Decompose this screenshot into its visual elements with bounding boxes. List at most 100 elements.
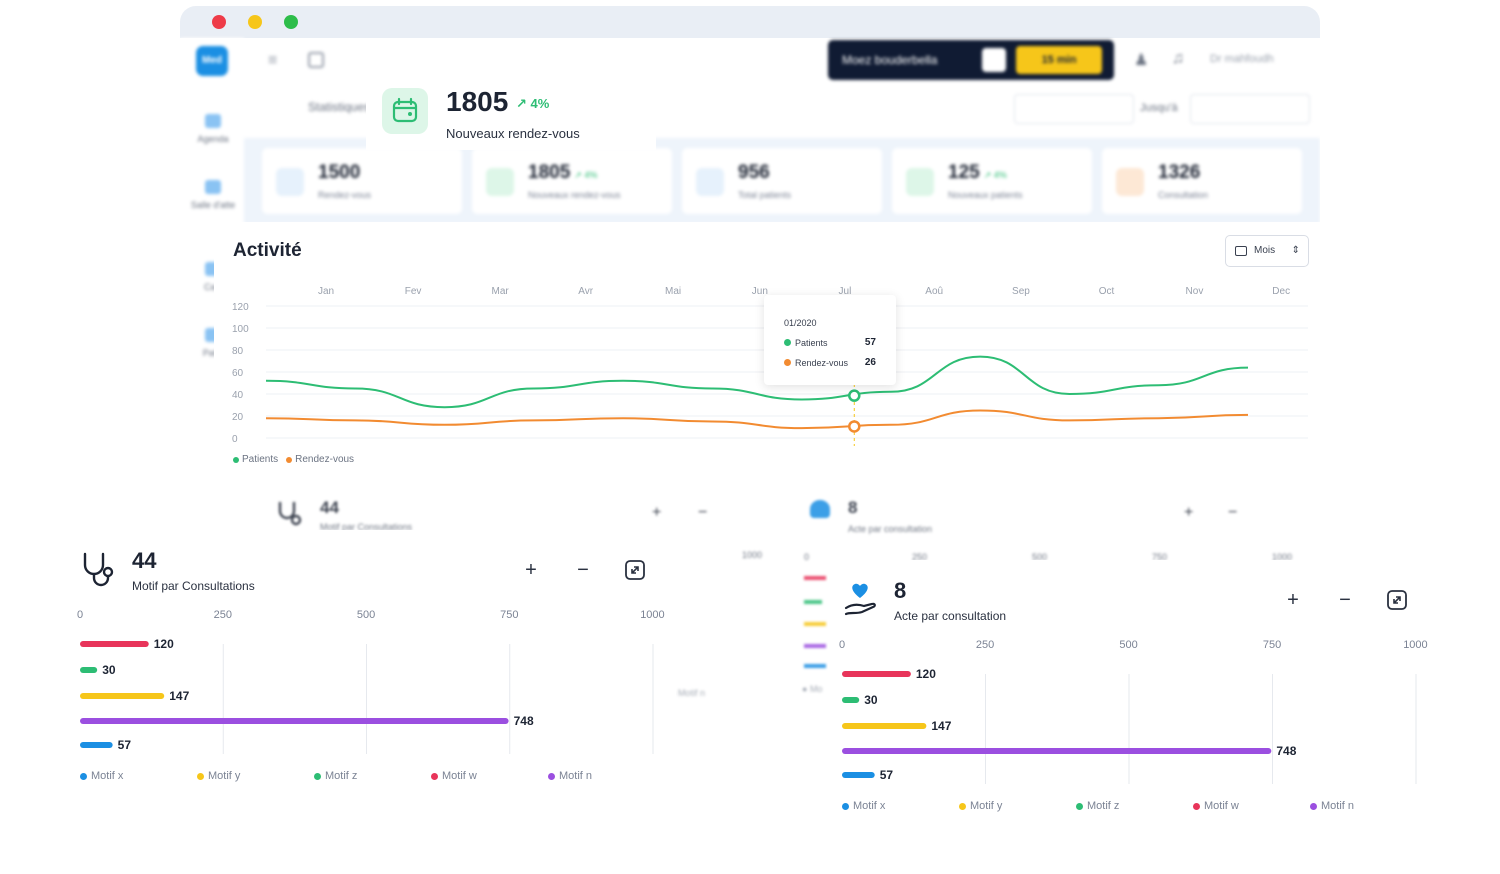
bar[interactable] <box>842 671 911 677</box>
bar[interactable] <box>80 693 165 699</box>
x-tick-label: 0 <box>839 639 845 651</box>
ghost-tick: 0 <box>804 552 810 562</box>
bar[interactable] <box>842 697 860 703</box>
panel-title: Acte par consultation <box>894 609 1007 623</box>
close-window-button[interactable] <box>212 15 226 29</box>
zoom-out-button[interactable]: − <box>1332 587 1358 613</box>
zoom-in-button[interactable]: + <box>652 504 661 522</box>
y-tick-label: 80 <box>232 346 244 357</box>
activity-chart-card: Activité Mois ⇕ Jan Fev Mar Avr Mai Jun Jul Aoû… <box>214 222 1324 480</box>
bar[interactable] <box>842 772 875 778</box>
x-tick-label: 250 <box>214 609 232 621</box>
tooltip-series-value: 57 <box>864 337 876 348</box>
expand-icon[interactable] <box>624 559 646 581</box>
zoom-out-button[interactable]: − <box>570 557 596 583</box>
x-tick-label: Fev <box>405 286 422 297</box>
panel-count: 8 <box>894 578 907 603</box>
legend-item[interactable]: Motif w <box>431 770 548 782</box>
x-tick-label: Mar <box>492 286 510 297</box>
series-line-rendez-vous <box>265 409 1249 430</box>
y-tick-label: 0 <box>232 434 238 445</box>
legend-item[interactable]: Motif y <box>197 770 314 782</box>
active-patient-pill[interactable]: Moez bouderbella 15 min <box>828 40 1114 80</box>
ghost-tick: 1000 <box>742 550 763 560</box>
x-tick-label: Nov <box>1186 286 1204 297</box>
sidebar-item-waiting-room[interactable]: Salle d'atte <box>188 180 238 210</box>
x-tick-label: 500 <box>1119 639 1137 651</box>
ghost-bar <box>804 644 826 648</box>
care-hand-icon <box>844 583 876 616</box>
tooltip-row-patients: Patients 57 <box>784 337 876 348</box>
bell-icon[interactable]: ♫ <box>1172 50 1184 68</box>
calendar-plus-icon <box>486 168 514 196</box>
doctor-menu[interactable]: Dr mahfoudh <box>1210 53 1274 65</box>
bar[interactable] <box>80 718 509 724</box>
legend-item[interactable]: Motif w <box>1193 800 1310 812</box>
legend-item[interactable]: Motif x <box>842 800 959 812</box>
bar-value-label: 748 <box>514 714 534 728</box>
zoom-in-button[interactable]: + <box>1184 504 1193 522</box>
record-icon[interactable] <box>982 48 1006 72</box>
chart-tooltip: 01/2020 Patients 57 Rendez-vous 26 <box>764 295 896 385</box>
zoom-out-button[interactable]: − <box>1228 504 1237 522</box>
stat-label: Nouveaux rendez-vous <box>528 190 621 200</box>
minimize-window-button[interactable] <box>248 15 262 29</box>
legend-item[interactable]: Motif y <box>959 800 1076 812</box>
ghost-title: Acte par consultation <box>848 524 933 534</box>
sidebar-item-label: Agenda <box>197 134 229 144</box>
hover-point-patients[interactable] <box>848 389 861 402</box>
acte-bar-chart: 0 250 500 750 1000 120 30 147 748 57 <box>839 639 1428 784</box>
hover-point-rendez-vous[interactable] <box>848 420 861 433</box>
x-tick-label: Sep <box>1012 286 1030 297</box>
bar-value-label: 57 <box>118 738 132 752</box>
panel-legend: Motif x Motif y Motif z Motif w Motif n <box>80 770 665 782</box>
legend-swatch <box>959 802 966 810</box>
legend-item[interactable]: Motif n <box>548 770 665 782</box>
legend-item[interactable]: Motif n <box>1310 800 1427 812</box>
x-tick-label: 750 <box>500 609 518 621</box>
highlight-stat-card: 1805 ↗ 4% Nouveaux rendez-vous <box>366 80 656 150</box>
bar[interactable] <box>80 667 98 673</box>
legend-swatch <box>431 772 438 780</box>
app-logo[interactable]: Med <box>196 46 228 76</box>
page-title: Statistiques <box>308 100 371 114</box>
x-tick-label: 750 <box>1263 639 1281 651</box>
legend-item[interactable]: Motif x <box>80 770 197 782</box>
bar[interactable] <box>842 748 1272 754</box>
zoom-in-button[interactable]: + <box>1280 587 1306 613</box>
users-icon <box>696 168 724 196</box>
stat-card-consultation: 1326 Consultation <box>1102 148 1302 214</box>
user-plus-icon <box>906 168 934 196</box>
clipboard-icon <box>1116 168 1144 196</box>
stethoscope-icon <box>278 502 302 526</box>
bar-value-label: 120 <box>916 667 936 681</box>
motif-consultation-card: 44 Motif par Consultations + − 0 250 500 75… <box>70 530 676 796</box>
fullscreen-icon[interactable] <box>308 52 324 68</box>
zoom-out-button[interactable]: − <box>698 504 707 522</box>
tooltip-series-name: Patients <box>795 337 828 348</box>
maximize-window-button[interactable] <box>284 15 298 29</box>
legend-swatch <box>1193 802 1200 810</box>
sidebar-item-agenda[interactable]: Agenda <box>188 114 238 144</box>
acte-consultation-card: 8 Acte par consultation + − 0 250 500 750 10… <box>828 560 1440 854</box>
menu-icon[interactable]: ≡ <box>268 52 277 70</box>
date-to-input[interactable] <box>1190 94 1310 124</box>
zoom-in-button[interactable]: + <box>518 557 544 583</box>
expand-icon[interactable] <box>1386 589 1408 611</box>
legend-swatch <box>314 772 321 780</box>
legend-item-patients[interactable]: Patients <box>233 454 278 465</box>
legend-item[interactable]: Motif z <box>1076 800 1193 812</box>
bar[interactable] <box>842 723 927 729</box>
panel-count: 44 <box>132 548 157 573</box>
legend-item-rendez-vous[interactable]: Rendez-vous <box>286 454 354 465</box>
bar[interactable] <box>80 641 149 647</box>
legend-item[interactable]: Motif z <box>314 770 431 782</box>
session-timer: 15 min <box>1016 46 1102 74</box>
date-from-input[interactable] <box>1014 94 1134 124</box>
bar[interactable] <box>80 742 113 748</box>
users-notification-icon[interactable]: ♟ <box>1134 50 1148 70</box>
stat-label: Rendez-vous <box>318 190 372 200</box>
x-tick-label: 1000 <box>1403 639 1427 651</box>
bar-value-label: 120 <box>154 637 174 651</box>
x-tick-label: 250 <box>976 639 994 651</box>
